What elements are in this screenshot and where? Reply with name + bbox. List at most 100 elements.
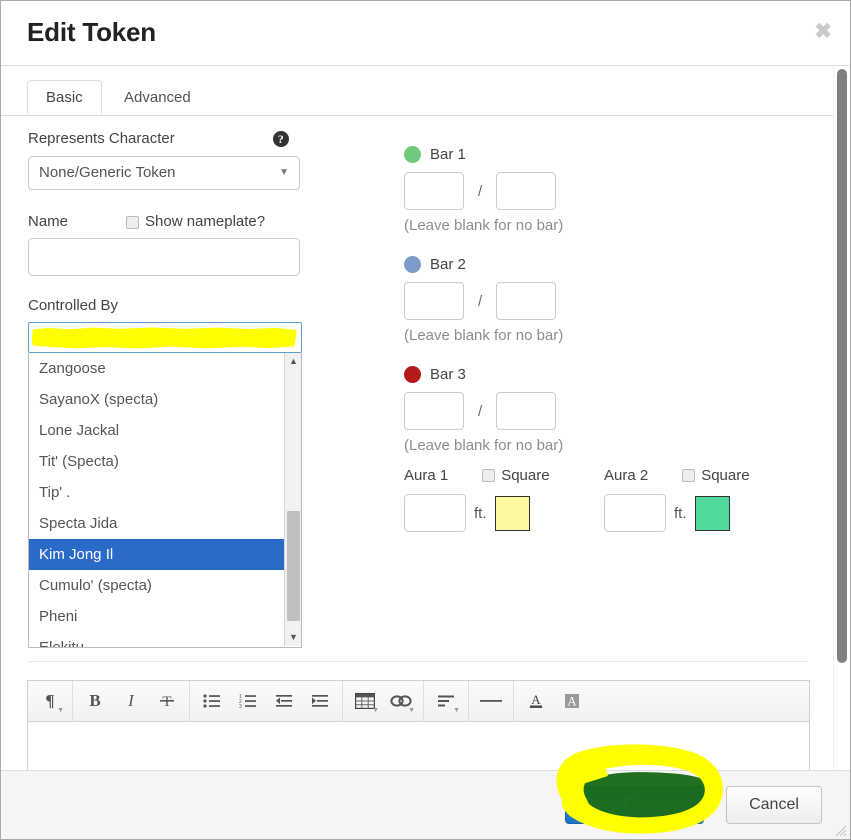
bar-3-block: Bar 3 / (Leave blank for no bar) — [404, 364, 804, 454]
left-column: Represents Character ? None/Generic Toke… — [28, 128, 368, 648]
list-item[interactable]: Specta Jida — [29, 508, 301, 539]
text-background-color-icon[interactable]: A — [557, 686, 587, 716]
bar-1-separator: / — [478, 182, 483, 200]
chevron-down-icon: ▼ — [408, 707, 415, 714]
bar-1-max-input[interactable] — [496, 172, 557, 210]
bar-2-separator: / — [478, 292, 483, 310]
bar-1-label: Bar 1 — [430, 145, 466, 163]
paragraph-format-icon[interactable]: ¶ ▼ — [35, 686, 65, 716]
show-nameplate-checkbox[interactable] — [126, 215, 140, 229]
resize-grip-icon[interactable] — [831, 821, 847, 837]
ordered-list-icon[interactable]: 1 2 3 — [233, 686, 263, 716]
scroll-down-arrow-icon[interactable]: ▼ — [285, 629, 301, 646]
aura-1-radius-input[interactable] — [404, 494, 466, 532]
bar-2-block: Bar 2 / (Leave blank for no bar) — [404, 254, 804, 344]
svg-text:A: A — [531, 692, 541, 707]
dialog-footer: Save Changes Cancel — [1, 770, 850, 839]
dialog-scrollbar-thumb[interactable] — [837, 69, 847, 663]
svg-text:3: 3 — [239, 704, 242, 708]
name-label: Name — [28, 213, 69, 230]
aura-1-unit: ft. — [474, 504, 487, 522]
italic-icon[interactable]: I — [116, 686, 146, 716]
represents-character-value: None/Generic Token — [39, 164, 176, 181]
editor-content-area[interactable] — [27, 722, 810, 770]
represents-character-label-row: Represents Character ? — [28, 128, 368, 150]
close-icon[interactable]: ✖ — [814, 21, 832, 42]
bar-3-separator: / — [478, 402, 483, 420]
bold-icon[interactable]: B — [80, 686, 110, 716]
bar-2-max-input[interactable] — [496, 282, 557, 320]
aura-2-header: Aura 2 Square — [604, 464, 804, 486]
aura-2-square-checkbox[interactable] — [682, 468, 696, 482]
bar-3-header: Bar 3 — [404, 364, 804, 384]
list-item[interactable]: Pheni — [29, 601, 301, 632]
list-item[interactable]: Zangoose — [29, 353, 301, 384]
align-text-icon[interactable]: ▼ — [431, 686, 461, 716]
edit-token-dialog: Edit Token ✖ Basic Advanced Represents C… — [0, 0, 851, 840]
bar-1-header: Bar 1 — [404, 144, 804, 164]
aura-section: Aura 1 Square ft. Aura 2 Square ft. — [404, 464, 804, 532]
toolbar-group-insert: ▼ ▼ — [343, 681, 424, 721]
aura-2-inputs: ft. — [604, 494, 804, 532]
horizontal-rule-icon[interactable] — [476, 686, 506, 716]
indent-icon[interactable] — [305, 686, 335, 716]
controlled-by-option-list[interactable]: Zangoose SayanoX (specta) Lone Jackal Ti… — [28, 353, 302, 648]
dialog-body: Basic Advanced Represents Character ? No… — [1, 66, 850, 770]
list-item[interactable]: Tit' (Specta) — [29, 446, 301, 477]
unordered-list-icon[interactable] — [197, 686, 227, 716]
chevron-down-icon: ▼ — [279, 167, 289, 178]
outdent-icon[interactable] — [269, 686, 299, 716]
scrollbar-thumb[interactable] — [287, 511, 300, 621]
insert-link-icon[interactable]: ▼ — [386, 686, 416, 716]
bar-3-max-input[interactable] — [496, 392, 557, 430]
svg-text:T: T — [162, 694, 171, 710]
aura-2-radius-input[interactable] — [604, 494, 666, 532]
tab-basic[interactable]: Basic — [27, 80, 102, 114]
aura-1-color-swatch[interactable] — [494, 495, 530, 531]
list-item-selected[interactable]: Kim Jong Il — [29, 539, 301, 570]
list-item[interactable]: Tip' . — [29, 477, 301, 508]
list-item[interactable]: Elekitu . — [29, 632, 301, 647]
bar-3-color-dot — [404, 365, 421, 383]
aura-2-label: Aura 2 — [604, 466, 649, 484]
bar-3-label: Bar 3 — [430, 365, 466, 383]
aura-1-square-checkbox[interactable] — [482, 468, 496, 482]
cancel-button[interactable]: Cancel — [726, 786, 822, 824]
list-item[interactable]: Lone Jackal — [29, 415, 301, 446]
bar-2-inputs: / — [404, 282, 804, 320]
option-list-scrollbar[interactable]: ▲ ▼ — [284, 353, 301, 646]
strikethrough-icon[interactable]: T — [152, 686, 182, 716]
dialog-scrollbar[interactable] — [833, 66, 850, 770]
toolbar-group-color: A A — [514, 681, 594, 721]
controlled-by-input[interactable] — [28, 322, 302, 353]
text-color-icon[interactable]: A — [521, 686, 551, 716]
bar-3-note: (Leave blank for no bar) — [404, 437, 564, 454]
aura-2-square-label: Square — [701, 466, 750, 484]
bar-2-current-input[interactable] — [404, 282, 464, 320]
bar-3-current-input[interactable] — [404, 392, 464, 430]
toolbar-group-rule — [469, 681, 514, 721]
bar-2-header: Bar 2 — [404, 254, 804, 274]
show-nameplate-label: Show nameplate? — [145, 213, 266, 230]
save-changes-button[interactable]: Save Changes — [565, 786, 704, 824]
tab-advanced[interactable]: Advanced — [105, 80, 210, 114]
represents-character-select[interactable]: None/Generic Token ▼ — [28, 156, 300, 190]
notes-editor: ¶ ▼ B I T 1 2 3 ▼ ▼ ▼ A A — [27, 680, 810, 770]
aura-1-header: Aura 1 Square — [404, 464, 604, 486]
help-icon[interactable]: ? — [272, 131, 289, 147]
insert-table-icon[interactable]: ▼ — [350, 686, 380, 716]
controlled-by-label: Controlled By — [28, 297, 119, 314]
scroll-up-arrow-icon[interactable]: ▲ — [285, 353, 301, 370]
represents-character-label: Represents Character — [28, 130, 175, 147]
chevron-down-icon: ▼ — [57, 707, 64, 714]
aura-2-unit: ft. — [674, 504, 687, 522]
toolbar-group-lists: 1 2 3 — [190, 681, 343, 721]
list-item[interactable]: Cumulo' (specta) — [29, 570, 301, 601]
name-input[interactable] — [28, 238, 300, 276]
list-item[interactable]: SayanoX (specta) — [29, 384, 301, 415]
highlight-annotation-controlled-by — [32, 327, 297, 349]
aura-2-color-swatch[interactable] — [694, 495, 730, 531]
tab-strip: Basic Advanced — [1, 80, 834, 116]
aura-2-group: Aura 2 Square ft. — [604, 464, 804, 532]
bar-1-current-input[interactable] — [404, 172, 464, 210]
